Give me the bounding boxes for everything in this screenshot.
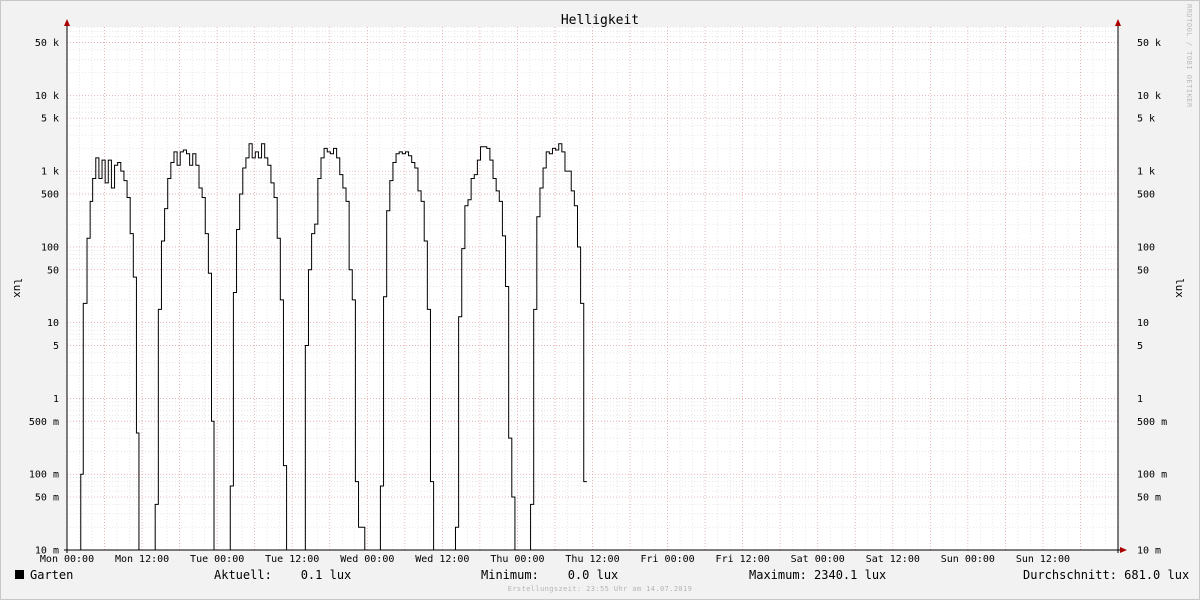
legend-current: Aktuell: 0.1 lux — [214, 568, 352, 582]
y-tick-label-right: 50 k — [1137, 38, 1161, 49]
y-tick-label-right: 1 — [1137, 394, 1143, 405]
x-tick-label: Mon 12:00 — [115, 554, 169, 565]
x-tick-label: Thu 00:00 — [490, 554, 544, 565]
x-axis-arrow — [1120, 547, 1127, 553]
y-tick-label-right: 100 — [1137, 242, 1155, 253]
y-tick-label-left: 500 m — [29, 417, 59, 428]
x-tick-label: Fri 12:00 — [716, 554, 770, 565]
y-tick-label-left: 100 m — [29, 470, 59, 481]
y-tick-label-left: 5 — [53, 341, 59, 352]
y-tick-label-right: 5 k — [1137, 114, 1155, 125]
x-tick-label: Fri 00:00 — [640, 554, 694, 565]
legend-maximum: Maximum: 2340.1 lux — [749, 568, 887, 582]
x-tick-label: Sat 00:00 — [791, 554, 845, 565]
x-tick-label: Mon 00:00 — [40, 554, 94, 565]
y-tick-label-left: 50 m — [35, 493, 59, 504]
y-tick-label-left: 5 k — [41, 114, 59, 125]
y-tick-label-left: 1 k — [41, 167, 59, 178]
legend-series-label: Garten — [30, 568, 74, 582]
y-axis-arrow-left — [64, 19, 70, 26]
x-tick-label: Wed 12:00 — [415, 554, 469, 565]
chart-title: Helligkeit — [561, 13, 639, 28]
x-tick-label: Tue 00:00 — [190, 554, 244, 565]
creation-time-footer: Erstellungszeit: 23:55 Uhr am 14.07.2019 — [507, 585, 693, 593]
y-tick-label-left: 10 k — [35, 91, 59, 102]
y-tick-label-right: 500 — [1137, 189, 1155, 200]
legend-minimum: Minimum: 0.0 lux — [481, 568, 619, 582]
x-tick-label: Thu 12:00 — [565, 554, 619, 565]
x-tick-label: Tue 12:00 — [265, 554, 319, 565]
y-tick-label-right: 50 — [1137, 265, 1149, 276]
x-tick-label: Sun 00:00 — [941, 554, 995, 565]
x-tick-label: Wed 00:00 — [340, 554, 394, 565]
y-axis-label-right: lux — [1173, 278, 1186, 298]
y-tick-label-right: 1 k — [1137, 167, 1155, 178]
y-tick-label-left: 50 k — [35, 38, 59, 49]
y-axis-arrow-right — [1115, 19, 1121, 26]
y-tick-label-left: 500 — [41, 189, 59, 200]
brightness-chart: 10 m 10 m50 m 50 m100 m 100 m500 m 500 m1 15 5… — [11, 4, 1193, 565]
y-tick-label-right: 10 — [1137, 318, 1149, 329]
y-tick-label-right: 500 m — [1137, 417, 1167, 428]
y-tick-label-right: 10 k — [1137, 91, 1161, 102]
y-tick-label-left: 100 — [41, 242, 59, 253]
x-tick-label: Sun 12:00 — [1016, 554, 1070, 565]
y-tick-label-right: 10 m — [1137, 546, 1161, 557]
y-tick-label-left: 10 — [47, 318, 59, 329]
y-tick-label-right: 100 m — [1137, 470, 1167, 481]
x-tick-label: Sat 12:00 — [866, 554, 920, 565]
y-tick-label-left: 50 — [47, 265, 59, 276]
legend: Garten Aktuell: 0.1 lux Minimum: 0.0 lux… — [0, 566, 1200, 584]
y-tick-label-right: 50 m — [1137, 493, 1161, 504]
y-axis-label-left: lux — [11, 278, 24, 298]
y-tick-label-left: 1 — [53, 394, 59, 405]
legend-average: Durchschnitt: 681.0 lux — [1023, 568, 1190, 582]
y-tick-label-right: 5 — [1137, 341, 1143, 352]
rrdtool-watermark: RRDTOOL / TOBI OETIKER — [1185, 4, 1193, 108]
